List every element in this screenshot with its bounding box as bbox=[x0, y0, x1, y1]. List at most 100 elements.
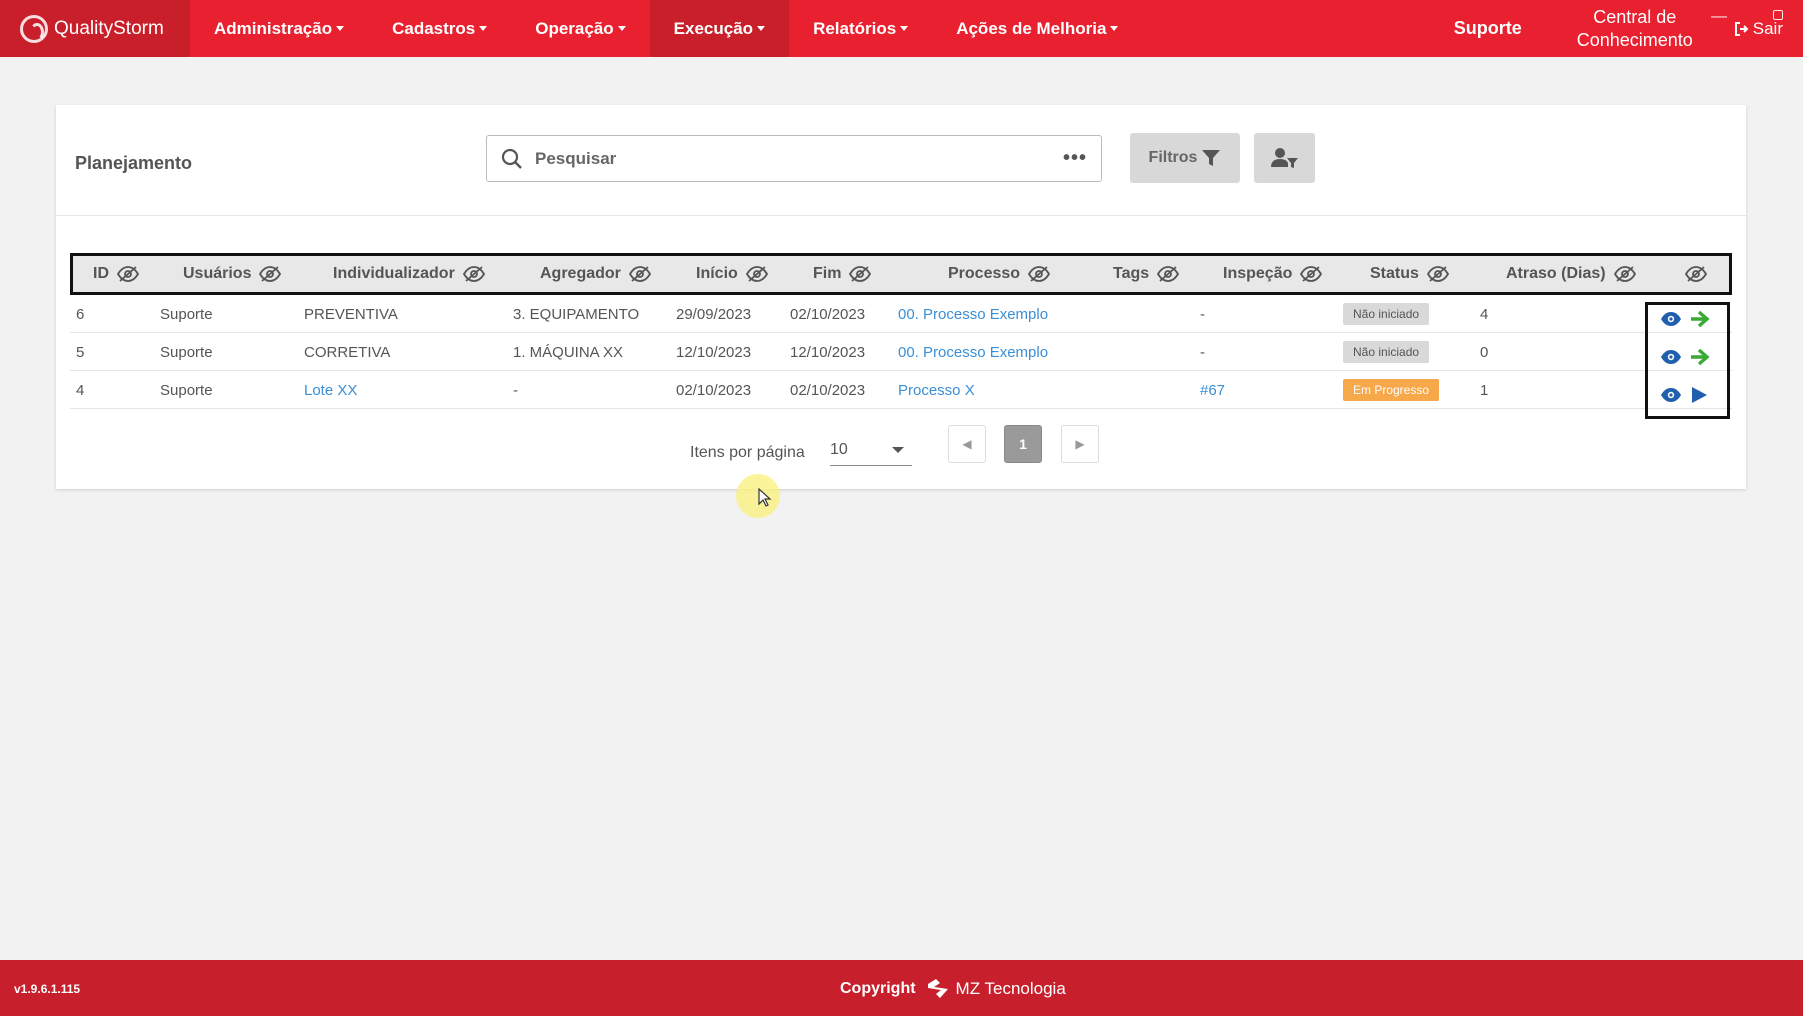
view-eye-icon[interactable] bbox=[1660, 311, 1682, 327]
cell-usuarios: Suporte bbox=[160, 343, 213, 361]
eye-off-icon[interactable] bbox=[1426, 266, 1449, 282]
column-header-tags[interactable]: Tags bbox=[1113, 256, 1180, 292]
search-box: ••• bbox=[486, 135, 1102, 182]
menu-relatorios[interactable]: Relatórios bbox=[789, 0, 932, 57]
row-actions bbox=[1660, 386, 1708, 404]
eye-off-icon[interactable] bbox=[117, 266, 139, 282]
cell-processo-link[interactable]: 00. Processo Exemplo bbox=[898, 295, 1048, 333]
cell-usuarios: Suporte bbox=[160, 305, 213, 323]
eye-off-icon[interactable] bbox=[1300, 266, 1323, 282]
menu-acoes-de-melhoria[interactable]: Ações de Melhoria bbox=[932, 0, 1142, 57]
eye-off-icon[interactable] bbox=[849, 266, 872, 282]
column-header-atraso[interactable]: Atraso (Dias) bbox=[1506, 256, 1636, 292]
row-actions bbox=[1660, 310, 1710, 328]
column-label: Inspeção bbox=[1223, 265, 1293, 282]
eye-off-icon[interactable] bbox=[259, 266, 282, 282]
filters-button[interactable]: Filtros bbox=[1130, 133, 1240, 183]
menu-cadastros[interactable]: Cadastros bbox=[368, 0, 511, 57]
eye-off-icon[interactable] bbox=[1613, 266, 1636, 282]
cell-agregador: 1. MÁQUINA XX bbox=[513, 343, 624, 361]
table-row[interactable]: 6 Suporte PREVENTIVA 3. EQUIPAMENTO 29/0… bbox=[70, 295, 1732, 333]
menu-operacao[interactable]: Operação bbox=[511, 0, 649, 57]
menu-label: Operação bbox=[535, 18, 614, 38]
chevron-right-icon: ▶ bbox=[1075, 437, 1085, 451]
menu-administracao[interactable]: Administração bbox=[190, 0, 368, 57]
qualitystorm-logo-icon bbox=[20, 14, 48, 43]
page-number-button[interactable]: 1 bbox=[1004, 425, 1042, 463]
cell-fim: 12/10/2023 bbox=[790, 343, 866, 361]
cell-fim: 02/10/2023 bbox=[790, 381, 866, 399]
cell-id: 4 bbox=[76, 381, 85, 399]
menu-label: Execução bbox=[673, 18, 754, 38]
previous-page-button[interactable]: ◀ bbox=[948, 425, 986, 463]
logout-icon bbox=[1734, 21, 1749, 36]
logout-link[interactable]: Sair bbox=[1720, 19, 1803, 39]
next-page-button[interactable]: ▶ bbox=[1061, 425, 1099, 463]
arrow-right-icon[interactable] bbox=[1690, 348, 1710, 366]
window-restore-icon[interactable] bbox=[1773, 10, 1783, 20]
eye-off-icon[interactable] bbox=[1685, 266, 1707, 282]
cell-individualizador-link[interactable]: Lote XX bbox=[304, 371, 357, 409]
row-actions-highlight bbox=[1645, 302, 1730, 419]
page-title: Planejamento bbox=[75, 153, 193, 173]
column-label: Agregador bbox=[540, 265, 621, 282]
status-badge: Não iniciado bbox=[1343, 303, 1430, 325]
copyright: Copyright MZ Tecnologia bbox=[840, 978, 1066, 1000]
support-link[interactable]: Suporte bbox=[1426, 18, 1550, 39]
more-options-icon[interactable]: ••• bbox=[1063, 147, 1087, 170]
eye-off-icon[interactable] bbox=[462, 266, 485, 282]
mz-logo-icon bbox=[927, 979, 948, 998]
cell-processo-link[interactable]: 00. Processo Exemplo bbox=[898, 333, 1048, 371]
column-label: Início bbox=[696, 265, 738, 282]
caret-down-icon bbox=[479, 26, 488, 31]
eye-off-icon[interactable] bbox=[745, 266, 768, 282]
cell-inspecao: - bbox=[1200, 343, 1205, 361]
column-header-agregador[interactable]: Agregador bbox=[540, 256, 651, 292]
view-eye-icon[interactable] bbox=[1660, 387, 1682, 403]
column-header-processo[interactable]: Processo bbox=[948, 256, 1051, 292]
chevron-left-icon: ◀ bbox=[962, 437, 972, 451]
column-header-inicio[interactable]: Início bbox=[696, 256, 768, 292]
cell-inspecao: - bbox=[1200, 305, 1205, 323]
column-header-individualizador[interactable]: Individualizador bbox=[333, 256, 485, 292]
column-header-id[interactable]: ID bbox=[93, 256, 139, 292]
menu-execucao[interactable]: Execução bbox=[649, 0, 790, 57]
column-label: Atraso (Dias) bbox=[1506, 265, 1606, 282]
table-row[interactable]: 4 Suporte Lote XX - 02/10/2023 02/10/202… bbox=[70, 371, 1732, 409]
knowledge-center-line2: Conhecimento bbox=[1576, 29, 1693, 50]
filters-label: Filtros bbox=[1148, 149, 1198, 166]
column-header-usuarios[interactable]: Usuários bbox=[183, 256, 282, 292]
search-input[interactable] bbox=[535, 148, 1051, 169]
column-header-inspecao[interactable]: Inspeção bbox=[1223, 256, 1323, 292]
cell-inicio: 02/10/2023 bbox=[676, 381, 752, 399]
user-filter-button[interactable] bbox=[1254, 133, 1315, 183]
table-row[interactable]: 5 Suporte CORRETIVA 1. MÁQUINA XX 12/10/… bbox=[70, 333, 1732, 371]
view-eye-icon[interactable] bbox=[1660, 349, 1682, 365]
cell-agregador: 3. EQUIPAMENTO bbox=[513, 305, 640, 323]
column-header-status[interactable]: Status bbox=[1370, 256, 1449, 292]
column-label: Processo bbox=[948, 265, 1021, 282]
caret-down-icon bbox=[617, 26, 626, 31]
column-label: Individualizador bbox=[333, 265, 455, 282]
brand-logo-link[interactable]: QualityStorm bbox=[0, 0, 190, 57]
items-per-page-select[interactable]: 10 bbox=[830, 434, 912, 466]
knowledge-center-link[interactable]: Central de Conhecimento bbox=[1550, 6, 1720, 52]
logout-label: Sair bbox=[1752, 18, 1783, 38]
eye-off-icon[interactable] bbox=[1157, 266, 1180, 282]
arrow-right-icon[interactable] bbox=[1690, 310, 1710, 328]
column-header-fim[interactable]: Fim bbox=[813, 256, 872, 292]
window-minimize-icon[interactable]: — bbox=[1711, 8, 1727, 26]
eye-off-icon[interactable] bbox=[628, 266, 651, 282]
cell-atraso: 1 bbox=[1480, 381, 1489, 399]
top-navbar: QualityStorm Administração Cadastros Ope… bbox=[0, 0, 1803, 57]
cell-usuarios: Suporte bbox=[160, 381, 213, 399]
status-badge: Em Progresso bbox=[1343, 379, 1440, 401]
cell-individualizador: CORRETIVA bbox=[304, 343, 391, 361]
column-label: Status bbox=[1370, 265, 1419, 282]
cell-inspecao-link[interactable]: #67 bbox=[1200, 371, 1225, 409]
column-header-actions[interactable] bbox=[1685, 256, 1707, 292]
cell-processo-link[interactable]: Processo X bbox=[898, 371, 975, 409]
column-label: ID bbox=[93, 265, 109, 282]
eye-off-icon[interactable] bbox=[1028, 266, 1051, 282]
play-icon[interactable] bbox=[1690, 386, 1708, 404]
